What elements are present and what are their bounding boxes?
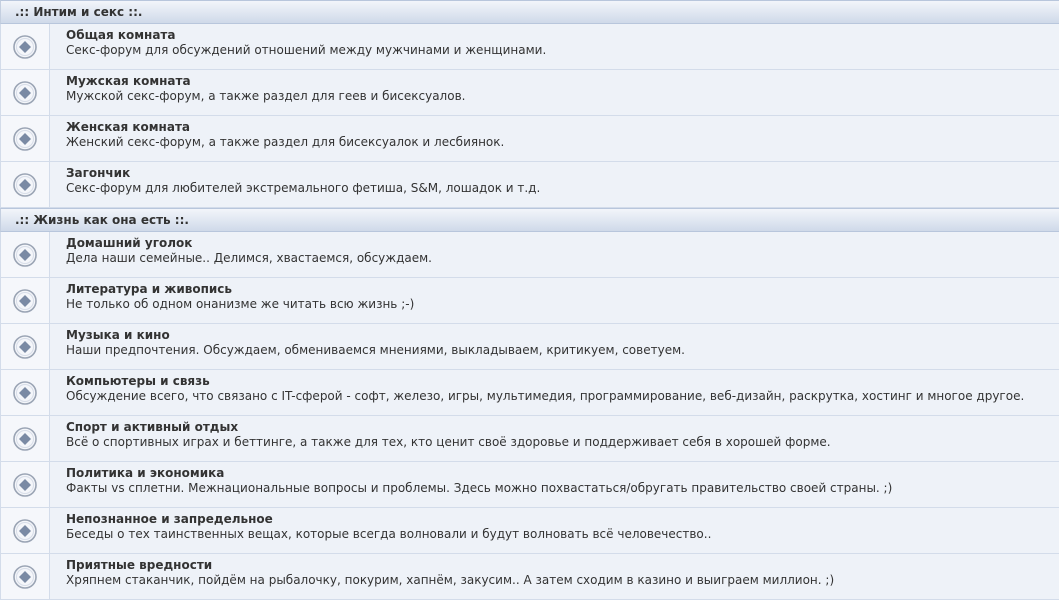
forum-icon-cell	[1, 232, 50, 277]
forum-row: Непознанное и запредельное Беседы о тех т…	[0, 508, 1059, 554]
forum-index: .:: Интим и секс ::. Общая комната Секс-фо…	[0, 0, 1059, 600]
forum-row: Мужская комната Мужской секс-форум, а так…	[0, 70, 1059, 116]
forum-info-cell: Спорт и активный отдых Всё о спортивных и…	[50, 416, 1059, 461]
forum-title-link[interactable]: Политика и экономика	[66, 466, 1059, 481]
forum-icon-cell	[1, 370, 50, 415]
forum-read-icon	[13, 334, 37, 359]
forum-title-link[interactable]: Общая комната	[66, 28, 1059, 43]
forum-icon-cell	[1, 278, 50, 323]
forum-icon-cell	[1, 116, 50, 161]
forum-read-icon	[13, 34, 37, 59]
forum-row: Политика и экономика Факты vs сплетни. Ме…	[0, 462, 1059, 508]
forum-read-icon	[13, 288, 37, 313]
forum-title-link[interactable]: Компьютеры и связь	[66, 374, 1059, 389]
forum-read-icon	[13, 564, 37, 589]
category-header: .:: Интим и секс ::.	[0, 0, 1059, 24]
forum-title-link[interactable]: Мужская комната	[66, 74, 1059, 89]
forum-read-icon	[13, 472, 37, 497]
forum-info-cell: Политика и экономика Факты vs сплетни. Ме…	[50, 462, 1059, 507]
forum-info-cell: Общая комната Секс-форум для обсуждений о…	[50, 24, 1059, 69]
forum-row: Женская комната Женский секс-форум, а так…	[0, 116, 1059, 162]
forum-title-link[interactable]: Непознанное и запредельное	[66, 512, 1059, 527]
forum-read-icon	[13, 426, 37, 451]
forum-icon-cell	[1, 162, 50, 207]
forum-info-cell: Домашний уголок Дела наши семейные.. Дели…	[50, 232, 1059, 277]
forum-description: Дела наши семейные.. Делимся, хвастаемся…	[66, 251, 432, 265]
forum-title-link[interactable]: Приятные вредности	[66, 558, 1059, 573]
forum-icon-cell	[1, 416, 50, 461]
forum-row: Музыка и кино Наши предпочтения. Обсуждае…	[0, 324, 1059, 370]
forum-title-link[interactable]: Музыка и кино	[66, 328, 1059, 343]
forum-title-link[interactable]: Литература и живопись	[66, 282, 1059, 297]
forum-icon-cell	[1, 324, 50, 369]
forum-row: Приятные вредности Хряпнем стаканчик, пой…	[0, 554, 1059, 600]
forum-description: Факты vs сплетни. Межнациональные вопрос…	[66, 481, 893, 495]
forum-row: Спорт и активный отдых Всё о спортивных и…	[0, 416, 1059, 462]
forum-info-cell: Женская комната Женский секс-форум, а так…	[50, 116, 1059, 161]
forum-info-cell: Загончик Секс-форум для любителей экстрем…	[50, 162, 1059, 207]
forum-description: Беседы о тех таинственных вещах, которые…	[66, 527, 712, 541]
forum-icon-cell	[1, 462, 50, 507]
forum-read-icon	[13, 80, 37, 105]
forum-info-cell: Непознанное и запредельное Беседы о тех т…	[50, 508, 1059, 553]
forum-description: Обсуждение всего, что связано с IT-сферо…	[66, 389, 1025, 403]
forum-icon-cell	[1, 70, 50, 115]
forum-row: Общая комната Секс-форум для обсуждений о…	[0, 24, 1059, 70]
forum-description: Хряпнем стаканчик, пойдём на рыбалочку, …	[66, 573, 835, 587]
forum-description: Не только об одном онанизме же читать вс…	[66, 297, 415, 311]
forum-info-cell: Компьютеры и связь Обсуждение всего, что …	[50, 370, 1059, 415]
forum-row: Загончик Секс-форум для любителей экстрем…	[0, 162, 1059, 208]
forum-read-icon	[13, 126, 37, 151]
forum-read-icon	[13, 518, 37, 543]
forum-description: Секс-форум для любителей экстремального …	[66, 181, 541, 195]
forum-title-link[interactable]: Домашний уголок	[66, 236, 1059, 251]
forum-row: Литература и живопись Не только об одном …	[0, 278, 1059, 324]
forum-read-icon	[13, 242, 37, 267]
forum-description: Женский секс-форум, а также раздел для б…	[66, 135, 505, 149]
forum-description: Всё о спортивных играх и беттинге, а так…	[66, 435, 831, 449]
forum-title-link[interactable]: Женская комната	[66, 120, 1059, 135]
forum-info-cell: Мужская комната Мужской секс-форум, а так…	[50, 70, 1059, 115]
forum-row: Компьютеры и связь Обсуждение всего, что …	[0, 370, 1059, 416]
forum-icon-cell	[1, 24, 50, 69]
forum-title-link[interactable]: Спорт и активный отдых	[66, 420, 1059, 435]
forum-description: Секс-форум для обсуждений отношений межд…	[66, 43, 547, 57]
forum-icon-cell	[1, 554, 50, 599]
forum-description: Наши предпочтения. Обсуждаем, обмениваем…	[66, 343, 685, 357]
forum-title-link[interactable]: Загончик	[66, 166, 1059, 181]
forum-icon-cell	[1, 508, 50, 553]
forum-read-icon	[13, 380, 37, 405]
category-header: .:: Жизнь как она есть ::.	[0, 208, 1059, 232]
forum-row: Домашний уголок Дела наши семейные.. Дели…	[0, 232, 1059, 278]
forum-read-icon	[13, 172, 37, 197]
forum-info-cell: Литература и живопись Не только об одном …	[50, 278, 1059, 323]
forum-info-cell: Приятные вредности Хряпнем стаканчик, пой…	[50, 554, 1059, 599]
forum-info-cell: Музыка и кино Наши предпочтения. Обсуждае…	[50, 324, 1059, 369]
forum-description: Мужской секс-форум, а также раздел для г…	[66, 89, 466, 103]
